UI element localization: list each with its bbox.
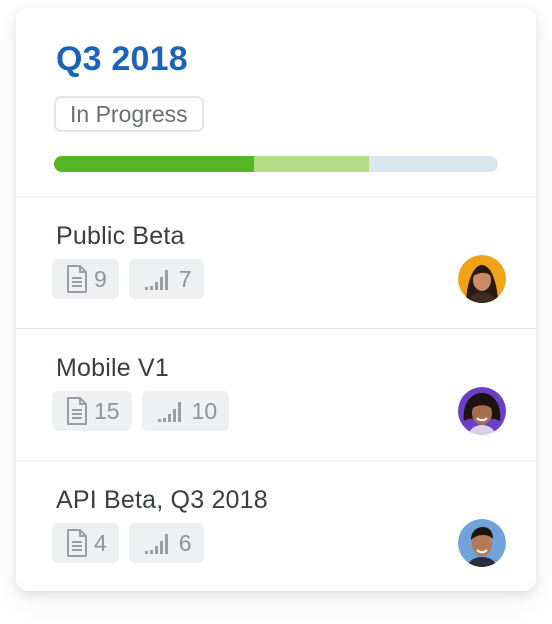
doc-count-chip: 4: [52, 523, 119, 563]
bar-chart-icon: [144, 534, 168, 554]
points-count: 6: [178, 529, 192, 556]
doc-count-chip: 9: [52, 259, 119, 299]
avatar-person-icon: [458, 387, 506, 435]
epic-title[interactable]: Mobile V1: [56, 352, 169, 384]
doc-count: 15: [94, 397, 120, 424]
avatar[interactable]: [458, 387, 506, 435]
points-chip: 6: [128, 523, 204, 563]
bar-chart-icon: [144, 270, 168, 290]
epic-row[interactable]: Mobile V1 15 10: [16, 329, 536, 461]
points-count: 10: [191, 397, 218, 424]
epic-title[interactable]: Public Beta: [56, 220, 185, 252]
bar-chart-icon: [157, 402, 181, 422]
avatar[interactable]: [458, 255, 506, 303]
milestone-card[interactable]: Q3 2018 In Progress Public Beta 9 7 Mobi…: [16, 8, 536, 591]
epic-stats: 15 10: [52, 391, 230, 431]
progress-in-progress-segment: [253, 156, 370, 172]
avatar-man-icon: [458, 519, 506, 567]
document-icon: [67, 397, 87, 425]
epic-stats: 4 6: [52, 523, 204, 563]
progress-bar: [54, 156, 498, 172]
avatar[interactable]: [458, 519, 506, 567]
progress-done-segment: [54, 156, 254, 172]
milestone-title[interactable]: Q3 2018: [56, 38, 188, 80]
epic-row[interactable]: API Beta, Q3 2018 4 6: [16, 461, 536, 591]
doc-count: 4: [94, 529, 107, 556]
doc-count-chip: 15: [52, 391, 132, 431]
epic-stats: 9 7: [52, 259, 204, 299]
document-icon: [67, 529, 87, 557]
points-chip: 10: [141, 391, 230, 431]
points-chip: 7: [128, 259, 204, 299]
milestone-header: Q3 2018 In Progress: [16, 8, 536, 197]
points-count: 7: [178, 265, 192, 292]
doc-count: 9: [94, 265, 107, 292]
epic-row[interactable]: Public Beta 9 7: [16, 197, 536, 329]
status-badge: In Progress: [54, 96, 204, 132]
avatar-woman-icon: [458, 255, 506, 303]
document-icon: [67, 265, 87, 293]
epic-title[interactable]: API Beta, Q3 2018: [56, 484, 268, 516]
